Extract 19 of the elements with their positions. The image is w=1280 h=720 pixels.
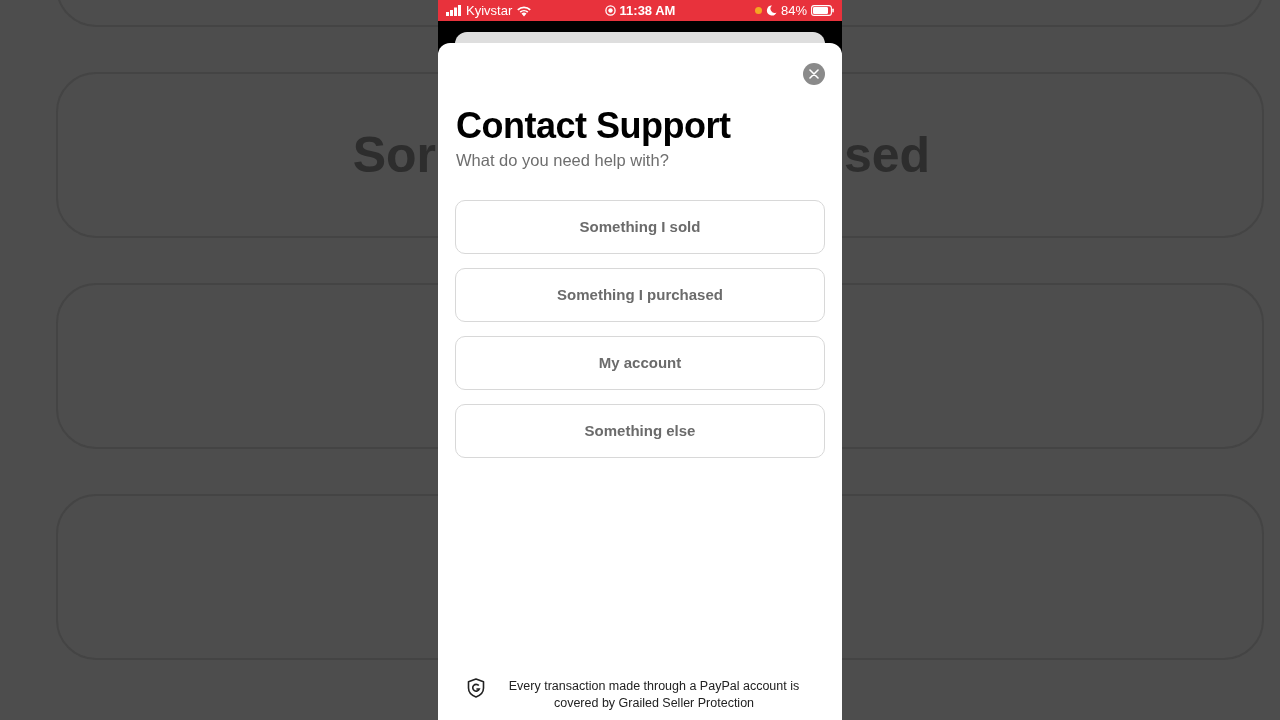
battery-percentage: 84% (781, 1, 807, 20)
sheet-title: Contact Support (456, 105, 732, 147)
shield-icon (467, 678, 485, 698)
option-button[interactable]: Something I purchased (455, 268, 825, 323)
battery-icon (811, 5, 834, 16)
close-button[interactable] (803, 63, 825, 85)
option-button[interactable]: Something I sold (455, 200, 825, 255)
option-button[interactable]: Something else (455, 404, 825, 459)
close-icon (809, 69, 819, 79)
moon-icon (766, 5, 777, 16)
dot-icon (755, 7, 762, 14)
protection-note: Every transaction made through a PayPal account is covered by Grailed Seller Protection (507, 678, 801, 712)
carrier-name: Kyivstar (466, 1, 513, 20)
option-button[interactable]: My account (455, 336, 825, 391)
wifi-icon (516, 4, 533, 17)
clock-time: 11:38 AM (619, 1, 676, 20)
record-icon (604, 5, 616, 16)
signal-icon (446, 5, 462, 16)
sheet-subtitle: What do you need help with? (456, 150, 670, 172)
